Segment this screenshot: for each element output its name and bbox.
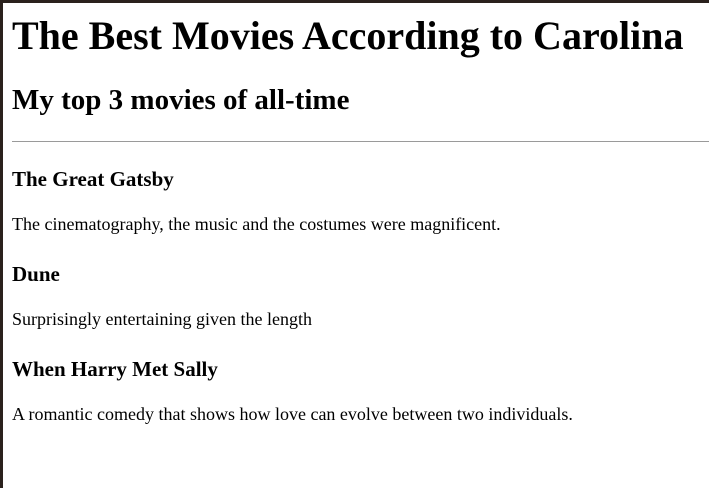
- movie-review: A romantic comedy that shows how love ca…: [12, 404, 573, 424]
- movie-title: Dune: [12, 262, 60, 286]
- movie-list: The Great Gatsby The cinematography, the…: [12, 166, 709, 425]
- movie-review: The cinematography, the music and the co…: [12, 214, 501, 234]
- movie-item: The Great Gatsby The cinematography, the…: [12, 166, 709, 235]
- page-title: The Best Movies According to Carolina: [12, 13, 684, 58]
- page-subtitle: My top 3 movies of all-time: [12, 84, 350, 116]
- movie-title: The Great Gatsby: [12, 167, 174, 191]
- movie-title: When Harry Met Sally: [12, 357, 218, 381]
- page: The Best Movies According to Carolina My…: [3, 3, 709, 488]
- movie-item: Dune Surprisingly entertaining given the…: [12, 261, 709, 330]
- movie-review: Surprisingly entertaining given the leng…: [12, 309, 312, 329]
- movie-item: When Harry Met Sally A romantic comedy t…: [12, 356, 709, 425]
- divider: [12, 141, 709, 142]
